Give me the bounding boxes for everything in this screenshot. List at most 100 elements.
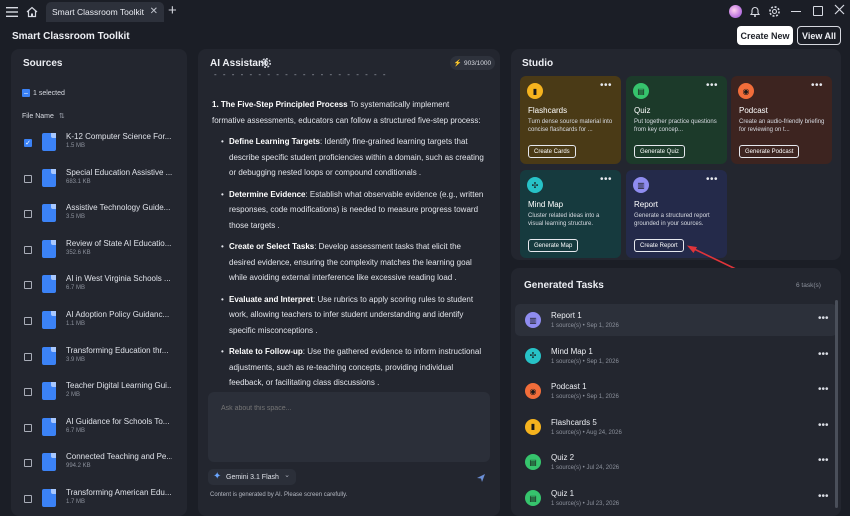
source-item[interactable]: Review of State AI Educatio... 352.6 KB bbox=[22, 237, 182, 267]
studio-card-podcast[interactable]: ◉ ••• Podcast Create an audio-friendly brie… bbox=[731, 76, 832, 164]
task-row[interactable]: ▮ Flashcards 5 1 source(s) • Aug 24, 2026 •… bbox=[515, 411, 837, 443]
task-row[interactable]: ▤ Quiz 2 1 source(s) • Jul 24, 2026 ••• bbox=[515, 446, 837, 478]
bullet-term: Determine Evidence bbox=[229, 189, 306, 199]
new-tab-icon[interactable]: + bbox=[168, 2, 177, 19]
source-checkbox[interactable] bbox=[24, 210, 32, 219]
ask-input[interactable] bbox=[221, 405, 471, 412]
card-action-button[interactable]: Create Cards bbox=[528, 145, 576, 158]
source-item[interactable]: Assistive Technology Guide... 3.5 MB bbox=[22, 201, 182, 231]
card-action-button[interactable]: Generate Map bbox=[528, 239, 579, 252]
card-action-button[interactable]: Create Report bbox=[634, 239, 684, 252]
more-options-icon[interactable]: ••• bbox=[600, 80, 612, 91]
source-name: AI Guidance for Schools To... bbox=[66, 416, 170, 426]
task-row[interactable]: ▥ Report 1 1 source(s) • Sep 1, 2026 ••• bbox=[515, 304, 837, 336]
source-checkbox[interactable] bbox=[24, 459, 32, 468]
source-item[interactable]: Teacher Digital Learning Gui... 2 MB bbox=[22, 379, 182, 409]
model-selector[interactable]: ✦ Gemini 3.1 Flash ⌄ bbox=[208, 469, 296, 485]
source-checkbox[interactable] bbox=[24, 352, 32, 361]
studio-card-quiz[interactable]: ▤ ••• Quiz Put together practice questions … bbox=[626, 76, 727, 164]
more-options-icon[interactable]: ••• bbox=[818, 384, 829, 395]
card-action-button[interactable]: Generate Quiz bbox=[634, 145, 686, 158]
sort-icon[interactable]: ⇅ bbox=[59, 113, 65, 120]
task-name: Quiz 2 bbox=[551, 453, 575, 463]
source-item[interactable]: AI in West Virginia Schools ... 6.7 MB bbox=[22, 272, 182, 302]
card-title: Quiz bbox=[634, 106, 651, 115]
studio-card-mind-map[interactable]: ✣ ••• Mind Map Cluster related ideas into a… bbox=[520, 170, 621, 258]
menu-icon[interactable] bbox=[1, 1, 23, 23]
response-bullet: Relate to Follow-up: Use the gathered ev… bbox=[212, 344, 484, 387]
task-row[interactable]: ✣ Mind Map 1 1 source(s) • Sep 1, 2026 ••• bbox=[515, 340, 837, 372]
source-checkbox[interactable] bbox=[24, 174, 32, 183]
send-icon[interactable] bbox=[476, 473, 486, 486]
card-title: Mind Map bbox=[528, 200, 564, 209]
card-description: Create an audio-friendly briefing for re… bbox=[739, 119, 825, 133]
source-item[interactable]: Connected Teaching and Pe... 994.2 KB bbox=[22, 450, 182, 480]
response-bullet: Evaluate and Interpret: Use rubrics to a… bbox=[212, 292, 484, 339]
card-description: Cluster related ideas into a visual lear… bbox=[528, 213, 600, 227]
more-options-icon[interactable]: ••• bbox=[818, 491, 829, 502]
source-item[interactable]: AI Guidance for Schools To... 6.7 MB bbox=[22, 415, 182, 445]
minimize-icon[interactable] bbox=[791, 11, 801, 13]
source-name: AI Adoption Policy Guidanc... bbox=[66, 310, 170, 319]
avatar[interactable] bbox=[729, 5, 742, 18]
bell-icon[interactable] bbox=[749, 5, 761, 21]
task-name: Quiz 1 bbox=[551, 489, 575, 498]
more-options-icon[interactable]: ••• bbox=[818, 420, 829, 431]
source-checkbox[interactable] bbox=[24, 281, 32, 290]
generated-tasks-title: Generated Tasks bbox=[524, 280, 604, 291]
quiz-icon: ▤ bbox=[633, 83, 649, 99]
task-name: Mind Map 1 bbox=[551, 346, 593, 356]
home-icon[interactable] bbox=[21, 1, 43, 23]
source-size: 6.7 MB bbox=[66, 427, 86, 434]
select-all-row[interactable]: – 1 selected bbox=[22, 89, 65, 97]
studio-card-flashcards[interactable]: ▮ ••• Flashcards Turn dense source material… bbox=[520, 76, 621, 164]
source-item[interactable]: Transforming American Edu... 1.7 MB bbox=[22, 486, 182, 516]
source-name: Special Education Assistive ... bbox=[66, 167, 172, 177]
window-close-icon[interactable] bbox=[834, 4, 845, 18]
source-item[interactable]: Transforming Education thr... 3.9 MB bbox=[22, 344, 182, 374]
ask-box[interactable] bbox=[208, 392, 490, 462]
select-all-checkbox[interactable]: – bbox=[22, 89, 30, 97]
browser-tab[interactable]: Smart Classroom Toolkit ✕ bbox=[46, 2, 164, 22]
source-checkbox[interactable] bbox=[24, 388, 32, 397]
quiz-icon: ▤ bbox=[525, 490, 541, 506]
document-icon bbox=[42, 168, 56, 187]
source-size: 3.5 MB bbox=[66, 214, 86, 221]
source-name: AI in West Virginia Schools ... bbox=[66, 274, 171, 284]
source-checkbox[interactable] bbox=[24, 423, 32, 432]
source-checkbox[interactable] bbox=[24, 245, 32, 254]
card-title: Podcast bbox=[739, 106, 768, 115]
task-row[interactable]: ▤ Quiz 1 1 source(s) • Jul 23, 2026 ••• bbox=[515, 482, 837, 514]
maximize-icon[interactable] bbox=[813, 6, 823, 16]
more-options-icon[interactable]: ••• bbox=[818, 455, 829, 466]
more-options-icon[interactable]: ••• bbox=[600, 174, 612, 185]
source-item[interactable]: ✓ K-12 Computer Science For... 1.5 MB bbox=[22, 130, 182, 160]
source-item[interactable]: Special Education Assistive ... 683.1 KB bbox=[22, 166, 182, 196]
file-name-header[interactable]: File Name ⇅ bbox=[22, 112, 65, 120]
create-new-button[interactable]: Create New bbox=[737, 26, 793, 45]
task-row[interactable]: ◉ Podcast 1 1 source(s) • Sep 1, 2026 ••• bbox=[515, 375, 837, 407]
source-checkbox[interactable] bbox=[24, 495, 32, 503]
more-options-icon[interactable]: ••• bbox=[706, 174, 718, 185]
source-size: 1.5 MB bbox=[66, 143, 86, 149]
scroll-hint: - - - - - - - - - - - - - - - - - - - - bbox=[214, 70, 388, 79]
card-action-button[interactable]: Generate Podcast bbox=[739, 145, 800, 158]
mind-map-icon: ✣ bbox=[525, 347, 541, 364]
more-options-icon[interactable]: ••• bbox=[818, 349, 829, 360]
tab-close-icon[interactable]: ✕ bbox=[150, 6, 158, 17]
flashcards-icon: ▮ bbox=[525, 418, 541, 435]
report-icon: ▥ bbox=[525, 312, 541, 328]
tasks-scrollbar[interactable] bbox=[835, 300, 838, 508]
more-options-icon[interactable]: ••• bbox=[811, 80, 823, 91]
source-item[interactable]: AI Adoption Policy Guidanc... 1.1 MB bbox=[22, 308, 182, 338]
settings-gear-icon[interactable] bbox=[768, 5, 781, 21]
response-intro: 1. The Five-Step Principled Process To s… bbox=[212, 97, 484, 128]
source-checkbox[interactable]: ✓ bbox=[24, 139, 32, 147]
source-size: 1.7 MB bbox=[66, 499, 86, 505]
more-options-icon[interactable]: ••• bbox=[818, 313, 829, 324]
view-all-button[interactable]: View All bbox=[797, 26, 841, 45]
source-checkbox[interactable] bbox=[24, 317, 32, 325]
source-size: 1.1 MB bbox=[66, 321, 86, 327]
more-options-icon[interactable]: ••• bbox=[706, 80, 718, 91]
podcast-icon: ◉ bbox=[738, 83, 754, 99]
